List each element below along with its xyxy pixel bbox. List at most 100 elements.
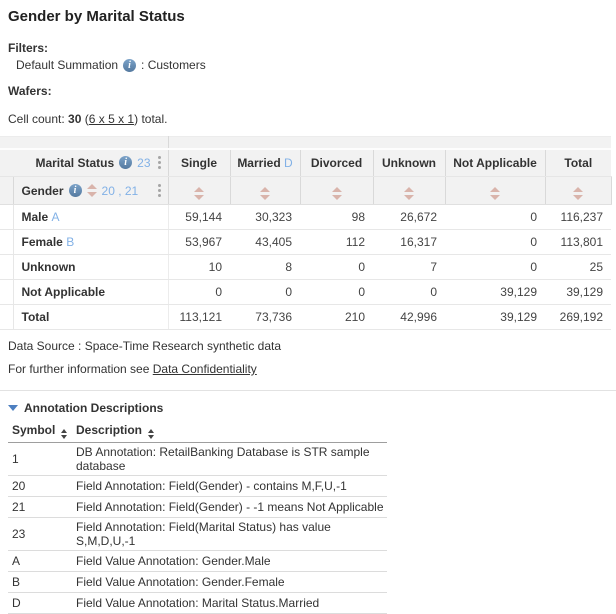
column-header-label: Not Applicable xyxy=(453,156,537,170)
row-dimension-label: Marital Status xyxy=(35,156,114,170)
spacer-label-cell xyxy=(0,137,168,149)
table-spacer-row xyxy=(0,137,611,149)
sort-down-icon xyxy=(260,195,270,200)
sort-down-icon xyxy=(404,195,414,200)
sort-up-icon xyxy=(148,429,154,433)
sort-up-icon xyxy=(404,187,414,192)
annotation-descriptions-toggle[interactable]: Annotation Descriptions xyxy=(8,401,608,415)
annotation-link[interactable]: B xyxy=(66,235,74,249)
row-gutter-cell xyxy=(0,205,13,230)
filters-heading: Filters: xyxy=(8,41,608,55)
row-sort-icon[interactable] xyxy=(87,184,97,197)
row-dimension: Marital Status 23 xyxy=(0,154,168,171)
row-label: Not Applicable xyxy=(22,285,106,299)
annotation-row: BField Value Annotation: Gender.Female xyxy=(8,571,387,592)
column-header-divorced[interactable]: Divorced xyxy=(300,149,373,177)
dot xyxy=(158,161,161,164)
sort-down-icon xyxy=(87,192,97,197)
row-gutter-cell xyxy=(0,255,13,280)
value-cell: 0 xyxy=(445,255,545,280)
sort-up-icon xyxy=(194,187,204,192)
annotation-symbol-cell: 1 xyxy=(8,442,72,475)
info-icon[interactable] xyxy=(119,156,132,169)
column-header-label: Single xyxy=(181,156,217,170)
table-row-male: Male A59,14430,3239826,6720116,237 xyxy=(0,205,611,230)
value-cell: 26,672 xyxy=(373,205,445,230)
annotation-symbol-cell: B xyxy=(8,571,72,592)
column-header-total[interactable]: Total xyxy=(545,149,611,177)
value-cell: 269,192 xyxy=(545,305,611,330)
column-sort-married[interactable] xyxy=(230,177,300,205)
further-info-note: For further information see Data Confide… xyxy=(8,361,608,378)
column-sort-icon[interactable] xyxy=(573,187,583,200)
sort-up-icon xyxy=(332,187,342,192)
sort-down-icon xyxy=(61,435,67,439)
col-dimension-menu-icon[interactable] xyxy=(156,182,163,199)
column-sort-icon[interactable] xyxy=(332,187,342,200)
filter-value: : Customers xyxy=(141,58,206,72)
sort-up-icon xyxy=(61,429,67,433)
annotation-description-cell: Field Value Annotation: Gender.Male xyxy=(72,550,387,571)
spacer-data-cell xyxy=(168,137,611,149)
description-sort-icon[interactable] xyxy=(148,429,154,439)
sort-header-row: Gender20 , 21 xyxy=(0,177,611,205)
value-cell: 39,129 xyxy=(445,280,545,305)
dot xyxy=(158,194,161,197)
value-cell: 113,121 xyxy=(168,305,230,330)
value-cell: 16,317 xyxy=(373,230,445,255)
row-dimension-menu-icon[interactable] xyxy=(156,154,163,171)
column-sort-total[interactable] xyxy=(545,177,611,205)
column-header-label: Unknown xyxy=(382,156,436,170)
annotation-description-cell: DB Annotation: RetailBanking Database is… xyxy=(72,442,387,475)
row-label: Male xyxy=(22,210,49,224)
collapse-triangle-icon xyxy=(8,405,18,411)
symbol-sort-icon[interactable] xyxy=(61,429,67,439)
value-cell: 42,996 xyxy=(373,305,445,330)
value-cell: 39,129 xyxy=(545,280,611,305)
column-header-label: Married xyxy=(237,156,280,170)
column-sort-divorced[interactable] xyxy=(300,177,373,205)
annotation-row: AField Value Annotation: Gender.Male xyxy=(8,550,387,571)
col-dimension-cell: Gender20 , 21 xyxy=(13,177,168,205)
row-label-cell: Not Applicable xyxy=(13,280,168,305)
column-sort-icon[interactable] xyxy=(260,187,270,200)
sort-down-icon xyxy=(490,195,500,200)
filter-item: Default Summation : Customers xyxy=(16,58,608,72)
dot xyxy=(158,184,161,187)
value-cell: 10 xyxy=(168,255,230,280)
row-gutter-cell xyxy=(0,280,13,305)
sort-up-icon xyxy=(260,187,270,192)
cell-count-link[interactable]: 6 x 5 x 1 xyxy=(89,112,134,126)
annotation-link[interactable]: 20 , 21 xyxy=(102,184,139,198)
row-label: Total xyxy=(22,310,50,324)
annotation-link[interactable]: D xyxy=(284,156,293,170)
column-sort-single[interactable] xyxy=(168,177,230,205)
column-sort-not-applicable[interactable] xyxy=(445,177,545,205)
annotation-description-cell: Field Annotation: Field(Gender) - -1 mea… xyxy=(72,496,387,517)
cell-count-label: Cell count: xyxy=(8,112,65,126)
annotation-link[interactable]: A xyxy=(52,210,60,224)
sort-up-icon xyxy=(573,187,583,192)
annotation-row: 23Field Annotation: Field(Marital Status… xyxy=(8,517,387,550)
column-sort-icon[interactable] xyxy=(194,187,204,200)
column-header-single[interactable]: Single xyxy=(168,149,230,177)
annotation-symbol-cell: D xyxy=(8,592,72,613)
column-sort-icon[interactable] xyxy=(490,187,500,200)
data-confidentiality-link[interactable]: Data Confidentiality xyxy=(153,362,257,376)
annotation-symbol-header[interactable]: Symbol xyxy=(8,421,72,442)
annotation-link[interactable]: 23 xyxy=(137,156,150,170)
info-icon[interactable] xyxy=(69,184,82,197)
column-header-unknown[interactable]: Unknown xyxy=(373,149,445,177)
section-divider xyxy=(0,390,616,391)
info-icon[interactable] xyxy=(123,59,136,72)
column-sort-icon[interactable] xyxy=(404,187,414,200)
row-label-cell: Male A xyxy=(13,205,168,230)
column-header-married[interactable]: Married D xyxy=(230,149,300,177)
annotation-description-header[interactable]: Description xyxy=(72,421,387,442)
column-header-not-applicable[interactable]: Not Applicable xyxy=(445,149,545,177)
sort-down-icon xyxy=(194,195,204,200)
column-header-label: Total xyxy=(564,156,592,170)
annotation-description-cell: Field Annotation: Field(Marital Status) … xyxy=(72,517,387,550)
sort-down-icon xyxy=(332,195,342,200)
column-sort-unknown[interactable] xyxy=(373,177,445,205)
